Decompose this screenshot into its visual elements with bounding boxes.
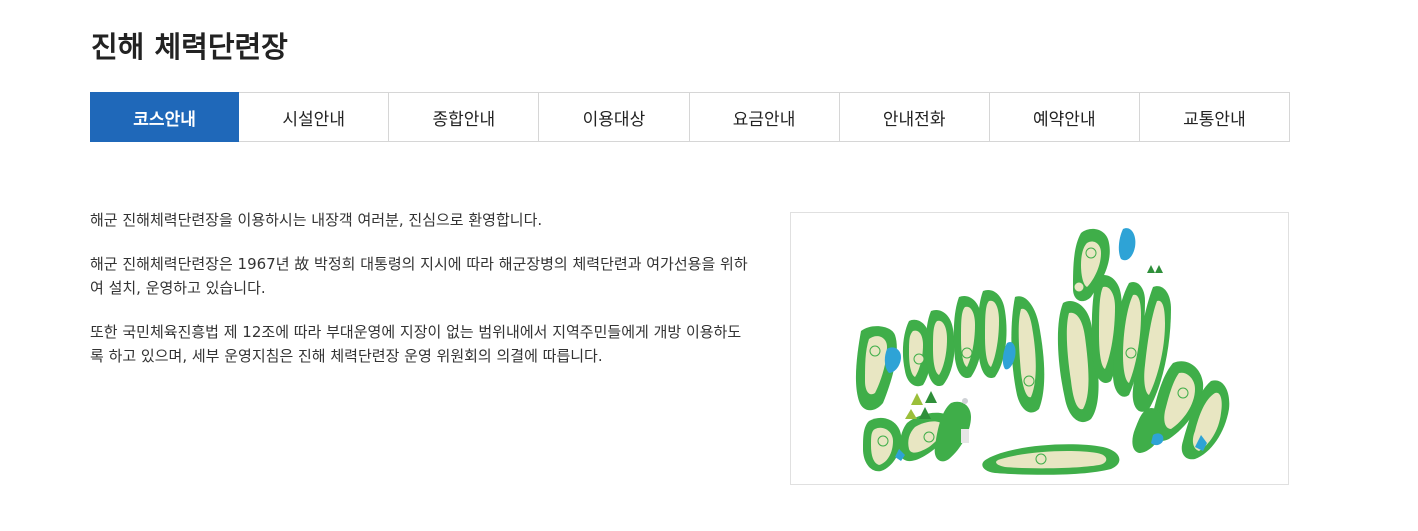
course-map xyxy=(790,212,1289,485)
intro-paragraph-welcome: 해군 진해체력단련장을 이용하시는 내장객 여러분, 진심으로 환영합니다. xyxy=(90,211,543,229)
page-title: 진해 체력단련장 xyxy=(91,30,288,64)
tab-eligibility[interactable]: 이용대상 xyxy=(539,93,690,141)
course-tabs: 코스안내 시설안내 종합안내 이용대상 요금안내 안내전화 예약안내 교통안내 xyxy=(90,92,1290,142)
tab-phone[interactable]: 안내전화 xyxy=(839,93,990,141)
intro-text: 해군 진해체력단련장을 이용하시는 내장객 여러분, 진심으로 환영합니다. 해… xyxy=(90,208,750,388)
intro-paragraph-public-use: 또한 국민체육진흥법 제 12조에 따라 부대운영에 지장이 없는 범위내에서 … xyxy=(90,323,742,365)
tab-reservation[interactable]: 예약안내 xyxy=(989,93,1140,141)
tab-general-guide[interactable]: 종합안내 xyxy=(389,93,540,141)
tab-course-guide[interactable]: 코스안내 xyxy=(90,92,240,142)
tab-directions[interactable]: 교통안내 xyxy=(1139,93,1289,141)
intro-paragraph-history: 해군 진해체력단련장은 1967년 故 박정희 대통령의 지시에 따라 해군장병… xyxy=(90,255,748,297)
tab-fees[interactable]: 요금안내 xyxy=(689,93,840,141)
tab-facility-guide[interactable]: 시설안내 xyxy=(239,93,390,141)
fairways xyxy=(855,228,1230,475)
course-map-illustration xyxy=(855,228,1230,475)
